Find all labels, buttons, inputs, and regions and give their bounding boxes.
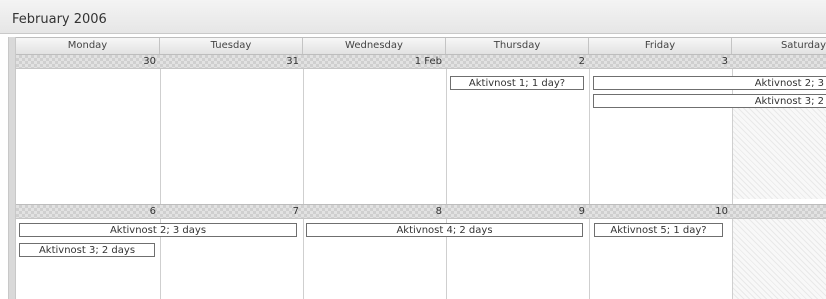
day-cell-date[interactable]: 2: [446, 55, 589, 69]
day-cell-date[interactable]: 10: [589, 205, 732, 219]
day-cell-date[interactable]: 9: [446, 205, 589, 219]
weekday-monday[interactable]: Monday: [16, 38, 160, 54]
weekday-wednesday[interactable]: Wednesday: [303, 38, 446, 54]
event-aktivnost-1[interactable]: Aktivnost 1; 1 day?: [450, 76, 584, 90]
month-title-bar: February 2006: [0, 0, 826, 34]
event-aktivnost-3[interactable]: Aktivnost 3; 2: [593, 94, 826, 108]
weekday-tuesday[interactable]: Tuesday: [160, 38, 303, 54]
day-cell-date[interactable]: 3: [589, 55, 732, 69]
day-cell-date[interactable]: 31: [160, 55, 303, 69]
week-2-date-bar: 6 7 8 9 10: [16, 205, 826, 219]
day-cell-date[interactable]: 8: [303, 205, 446, 219]
day-cell-date[interactable]: 6: [16, 205, 160, 219]
weekend-shading: [732, 105, 826, 199]
day-cell-date[interactable]: [732, 205, 826, 219]
day-cell-date[interactable]: [732, 55, 826, 69]
week-1-date-bar: 30 31 1 Feb 2 3: [16, 55, 826, 69]
left-gutter: [8, 37, 16, 299]
day-cell-date[interactable]: 1 Feb: [303, 55, 446, 69]
event-aktivnost-4[interactable]: Aktivnost 4; 2 days: [306, 223, 583, 237]
day-cell-date[interactable]: 30: [16, 55, 160, 69]
column-divider: [446, 55, 447, 299]
weekday-friday[interactable]: Friday: [589, 38, 732, 54]
weekday-thursday[interactable]: Thursday: [446, 38, 589, 54]
column-divider: [589, 55, 590, 299]
event-aktivnost-2[interactable]: Aktivnost 2; 3 days: [19, 223, 297, 237]
event-aktivnost-2[interactable]: Aktivnost 2; 3: [593, 76, 826, 90]
weekday-header: Monday Tuesday Wednesday Thursday Friday…: [16, 37, 826, 55]
column-divider: [732, 55, 733, 299]
month-title: February 2006: [12, 12, 107, 27]
weekend-shading: [732, 219, 826, 299]
column-divider: [160, 55, 161, 299]
column-divider: [303, 55, 304, 299]
month-grid: 30 31 1 Feb 2 3 6 7 8 9 10 Aktivnost 1; …: [16, 55, 826, 299]
event-aktivnost-3[interactable]: Aktivnost 3; 2 days: [19, 243, 155, 257]
day-cell-date[interactable]: 7: [160, 205, 303, 219]
weekday-saturday[interactable]: Saturday: [732, 38, 826, 54]
event-aktivnost-5[interactable]: Aktivnost 5; 1 day?: [594, 223, 723, 237]
